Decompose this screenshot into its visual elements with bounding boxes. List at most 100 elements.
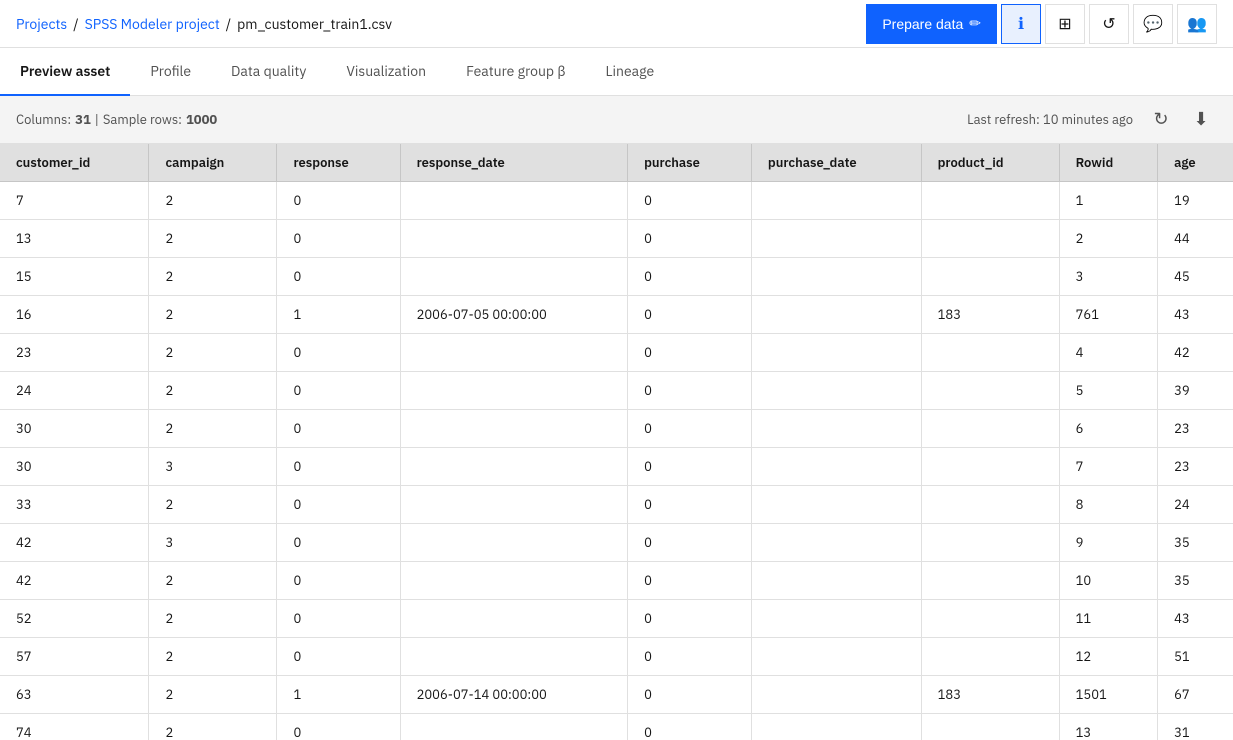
- prepare-data-button[interactable]: Prepare data ✏: [866, 4, 997, 44]
- tab-preview-asset[interactable]: Preview asset: [0, 48, 130, 96]
- table-cell: 183: [921, 296, 1059, 334]
- table-row: 30300723: [0, 448, 1233, 486]
- table-cell: 2: [149, 562, 277, 600]
- table-cell: 0: [277, 486, 400, 524]
- breadcrumb-sep2: /: [226, 15, 231, 33]
- table-cell: [751, 448, 921, 486]
- col-age: age: [1158, 144, 1233, 182]
- table-cell: [921, 372, 1059, 410]
- rows-value: 1000: [186, 111, 217, 128]
- table-cell: [751, 676, 921, 714]
- table-cell: 2: [149, 486, 277, 524]
- history-icon: ↺: [1102, 14, 1115, 34]
- table-row: 742001331: [0, 714, 1233, 740]
- table-cell: 0: [277, 334, 400, 372]
- table-cell: 2: [149, 638, 277, 676]
- refresh-icon-button[interactable]: ↻: [1145, 104, 1177, 136]
- table-cell: [751, 486, 921, 524]
- table-cell: [400, 486, 628, 524]
- table-cell: 0: [277, 410, 400, 448]
- tab-data-quality[interactable]: Data quality: [211, 48, 326, 96]
- comment-icon: 💬: [1143, 14, 1163, 34]
- table-cell: 0: [628, 638, 752, 676]
- tab-feature-group[interactable]: Feature group β: [446, 48, 585, 96]
- table-cell: [921, 448, 1059, 486]
- table-row: 15200345: [0, 258, 1233, 296]
- table-cell: 6: [1059, 410, 1158, 448]
- table-cell: 0: [277, 562, 400, 600]
- table-cell: 30: [0, 448, 149, 486]
- tab-visualization[interactable]: Visualization: [326, 48, 446, 96]
- table-cell: 2: [1059, 220, 1158, 258]
- adjust-icon: ⊞: [1058, 14, 1071, 34]
- table-cell: 2: [149, 296, 277, 334]
- table-cell: 2: [149, 182, 277, 220]
- col-purchase: purchase: [628, 144, 752, 182]
- table-cell: [921, 182, 1059, 220]
- tabs-bar: Preview asset Profile Data quality Visua…: [0, 48, 1233, 96]
- table-cell: 15: [0, 258, 149, 296]
- table-cell: 10: [1059, 562, 1158, 600]
- table-cell: 31: [1158, 714, 1233, 740]
- col-product-id: product_id: [921, 144, 1059, 182]
- table-row: 42300935: [0, 524, 1233, 562]
- table-header: customer_id campaign response response_d…: [0, 144, 1233, 182]
- info-icon-button[interactable]: ℹ: [1001, 4, 1041, 44]
- table-cell: [400, 182, 628, 220]
- table-cell: 2: [149, 714, 277, 740]
- table-cell: 0: [277, 638, 400, 676]
- comment-icon-button[interactable]: 💬: [1133, 4, 1173, 44]
- table-cell: [921, 714, 1059, 740]
- table-cell: [400, 220, 628, 258]
- table-cell: 0: [277, 448, 400, 486]
- table-cell: 2006-07-05 00:00:00: [400, 296, 628, 334]
- table-cell: 2: [149, 676, 277, 714]
- refresh-label: Last refresh: 10 minutes ago: [967, 111, 1133, 128]
- toolbar-stats: Columns: 31 | Sample rows: 1000: [16, 111, 217, 128]
- download-icon-button[interactable]: ⬇: [1185, 104, 1217, 136]
- table-cell: [921, 486, 1059, 524]
- table-cell: [400, 714, 628, 740]
- table-cell: [751, 372, 921, 410]
- table-cell: 44: [1158, 220, 1233, 258]
- table-row: 24200539: [0, 372, 1233, 410]
- tab-preview-asset-label: Preview asset: [20, 62, 110, 80]
- table-cell: 0: [628, 182, 752, 220]
- table-row: 23200442: [0, 334, 1233, 372]
- table-row: 16212006-07-05 00:00:00018376143: [0, 296, 1233, 334]
- table-cell: 0: [628, 410, 752, 448]
- history-icon-button[interactable]: ↺: [1089, 4, 1129, 44]
- table-row: 572001251: [0, 638, 1233, 676]
- table-row: 7200119: [0, 182, 1233, 220]
- table-cell: [751, 258, 921, 296]
- prepare-data-icon: ✏: [969, 15, 981, 32]
- table-cell: [921, 220, 1059, 258]
- table-cell: 23: [1158, 448, 1233, 486]
- table-cell: 1: [1059, 182, 1158, 220]
- data-table-container: customer_id campaign response response_d…: [0, 144, 1233, 740]
- table-cell: 2: [149, 600, 277, 638]
- table-cell: 0: [277, 220, 400, 258]
- breadcrumb-projects[interactable]: Projects: [16, 15, 67, 33]
- table-cell: 1: [277, 676, 400, 714]
- adjust-icon-button[interactable]: ⊞: [1045, 4, 1085, 44]
- table-cell: 2: [149, 372, 277, 410]
- table-cell: [921, 524, 1059, 562]
- table-cell: 39: [1158, 372, 1233, 410]
- table-cell: 3: [149, 448, 277, 486]
- tab-profile[interactable]: Profile: [130, 48, 211, 96]
- col-response: response: [277, 144, 400, 182]
- table-cell: 0: [628, 334, 752, 372]
- table-cell: [400, 448, 628, 486]
- table-cell: 7: [1059, 448, 1158, 486]
- prepare-data-label: Prepare data: [882, 16, 963, 32]
- table-cell: [751, 638, 921, 676]
- table-cell: [921, 410, 1059, 448]
- users-icon-button[interactable]: 👥: [1177, 4, 1217, 44]
- tab-lineage-label: Lineage: [606, 62, 655, 80]
- table-cell: 35: [1158, 562, 1233, 600]
- table-cell: 11: [1059, 600, 1158, 638]
- topbar: Projects / SPSS Modeler project / pm_cus…: [0, 0, 1233, 48]
- tab-lineage[interactable]: Lineage: [586, 48, 675, 96]
- breadcrumb-project[interactable]: SPSS Modeler project: [85, 15, 220, 33]
